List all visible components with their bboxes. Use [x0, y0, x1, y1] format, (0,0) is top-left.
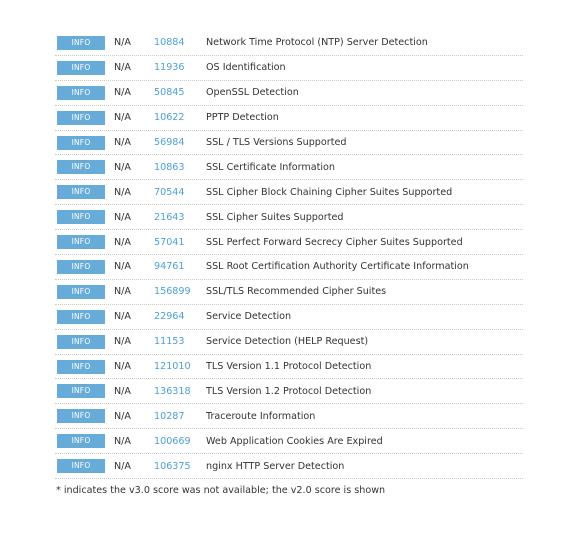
- severity-badge: INFO: [57, 110, 105, 125]
- plugin-name: OpenSSL Detection: [206, 87, 299, 99]
- severity-badge: INFO: [57, 334, 105, 349]
- cvss-score: N/A: [114, 385, 131, 397]
- table-row: INFO N/A 21643 SSL Cipher Suites Supported: [55, 205, 523, 231]
- table-row: INFO N/A 70544 SSL Cipher Block Chaining Ci…: [55, 180, 523, 206]
- cvss-score: N/A: [114, 211, 131, 223]
- plugin-name: PPTP Detection: [206, 112, 279, 124]
- severity-badge: INFO: [57, 459, 105, 474]
- table-row: INFO N/A 10622 PPTP Detection: [55, 106, 523, 131]
- plugin-name: Network Time Protocol (NTP) Server Detec…: [206, 37, 428, 49]
- severity-badge: INFO: [57, 210, 105, 225]
- table-row: INFO N/A 94761 SSL Root Certification Autho…: [55, 255, 523, 280]
- cvss-score: N/A: [114, 87, 131, 99]
- plugin-id-link[interactable]: 10863: [154, 162, 206, 173]
- table-row: INFO N/A 10884 Network Time Protocol (NTP) …: [55, 31, 523, 56]
- severity-badge: INFO: [57, 160, 105, 175]
- severity-badge: INFO: [57, 259, 105, 274]
- cvss-score: N/A: [114, 261, 131, 273]
- plugin-name: TLS Version 1.2 Protocol Detection: [206, 385, 372, 397]
- table-row: INFO N/A 10287 Traceroute Information: [55, 404, 523, 430]
- table-row: INFO N/A 57041 SSL Perfect Forward Secrecy …: [55, 230, 523, 256]
- plugin-id-link[interactable]: 57041: [154, 237, 206, 248]
- table-row: INFO N/A 121010 TLS Version 1.1 Protocol De…: [55, 355, 523, 380]
- cvss-score: N/A: [114, 62, 131, 74]
- table-row: INFO N/A 11153 Service Detection (HELP Requ…: [55, 330, 523, 355]
- score-footnote: * indicates the v3.0 score was not avail…: [56, 485, 386, 496]
- table-row: INFO N/A 50845 OpenSSL Detection: [55, 81, 523, 106]
- severity-badge: INFO: [57, 359, 105, 374]
- plugin-id-link[interactable]: 156899: [154, 286, 206, 297]
- cvss-score: N/A: [114, 460, 131, 472]
- cvss-score: N/A: [114, 37, 131, 49]
- table-row: INFO N/A 136318 TLS Version 1.2 Protocol De…: [55, 379, 523, 405]
- severity-badge: INFO: [57, 409, 105, 424]
- table-row: INFO N/A 56984 SSL / TLS Versions Supported: [55, 131, 523, 156]
- plugin-name: SSL Perfect Forward Secrecy Cipher Suite…: [206, 236, 463, 248]
- severity-badge: INFO: [57, 185, 105, 200]
- plugin-id-link[interactable]: 94761: [154, 261, 206, 272]
- severity-badge: INFO: [57, 235, 105, 250]
- cvss-score: N/A: [114, 236, 131, 248]
- plugin-name: SSL/TLS Recommended Cipher Suites: [206, 286, 387, 298]
- plugin-id-link[interactable]: 50845: [154, 87, 206, 98]
- plugin-id-link[interactable]: 11153: [154, 336, 206, 347]
- vulnerability-table: INFO N/A 10884 Network Time Protocol (NTP) …: [55, 31, 523, 480]
- cvss-score: N/A: [114, 186, 131, 198]
- table-row: INFO N/A 106375 nginx HTTP Server Detection: [55, 454, 523, 480]
- cvss-score: N/A: [114, 336, 131, 348]
- severity-badge: INFO: [57, 384, 105, 399]
- cvss-score: N/A: [114, 286, 131, 298]
- plugin-id-link[interactable]: 100669: [154, 436, 206, 447]
- cvss-score: N/A: [114, 311, 131, 323]
- plugin-name: Service Detection: [206, 311, 292, 323]
- table-row: INFO N/A 22964 Service Detection: [55, 305, 523, 330]
- cvss-score: N/A: [114, 435, 131, 447]
- cvss-score: N/A: [114, 361, 131, 373]
- severity-badge: INFO: [57, 85, 105, 100]
- plugin-name: Service Detection (HELP Request): [206, 336, 369, 348]
- plugin-name: nginx HTTP Server Detection: [206, 460, 345, 472]
- plugin-name: SSL Cipher Suites Supported: [206, 211, 344, 223]
- plugin-id-link[interactable]: 21643: [154, 212, 206, 223]
- plugin-id-link[interactable]: 106375: [154, 461, 206, 472]
- plugin-id-link[interactable]: 22964: [154, 311, 206, 322]
- plugin-id-link[interactable]: 10622: [154, 112, 206, 123]
- table-row: INFO N/A 156899 SSL/TLS Recommended Cipher …: [55, 280, 523, 305]
- plugin-name: TLS Version 1.1 Protocol Detection: [206, 361, 372, 373]
- plugin-id-link[interactable]: 70544: [154, 187, 206, 198]
- severity-badge: INFO: [57, 135, 105, 150]
- severity-badge: INFO: [57, 434, 105, 449]
- plugin-name: Traceroute Information: [206, 410, 316, 422]
- severity-badge: INFO: [57, 35, 105, 50]
- cvss-score: N/A: [114, 410, 131, 422]
- table-row: INFO N/A 11936 OS Identification: [55, 56, 523, 81]
- plugin-name: SSL Cipher Block Chaining Cipher Suites …: [206, 186, 453, 198]
- severity-badge: INFO: [57, 60, 105, 75]
- plugin-name: OS Identification: [206, 62, 286, 74]
- plugin-id-link[interactable]: 56984: [154, 137, 206, 148]
- table-row: INFO N/A 10863 SSL Certificate Information: [55, 155, 523, 181]
- plugin-name: SSL Root Certification Authority Certifi…: [206, 261, 469, 273]
- plugin-id-link[interactable]: 10884: [154, 37, 206, 48]
- severity-badge: INFO: [57, 284, 105, 299]
- plugin-id-link[interactable]: 136318: [154, 386, 206, 397]
- table-row: INFO N/A 100669 Web Application Cookies Are…: [55, 429, 523, 455]
- plugin-name: Web Application Cookies Are Expired: [206, 435, 383, 447]
- plugin-name: SSL / TLS Versions Supported: [206, 137, 347, 148]
- plugin-id-link[interactable]: 121010: [154, 361, 206, 372]
- plugin-id-link[interactable]: 11936: [154, 62, 206, 73]
- cvss-score: N/A: [114, 161, 131, 173]
- plugin-id-link[interactable]: 10287: [154, 411, 206, 422]
- cvss-score: N/A: [114, 112, 131, 124]
- plugin-name: SSL Certificate Information: [206, 161, 335, 173]
- severity-badge: INFO: [57, 309, 105, 324]
- cvss-score: N/A: [114, 137, 131, 148]
